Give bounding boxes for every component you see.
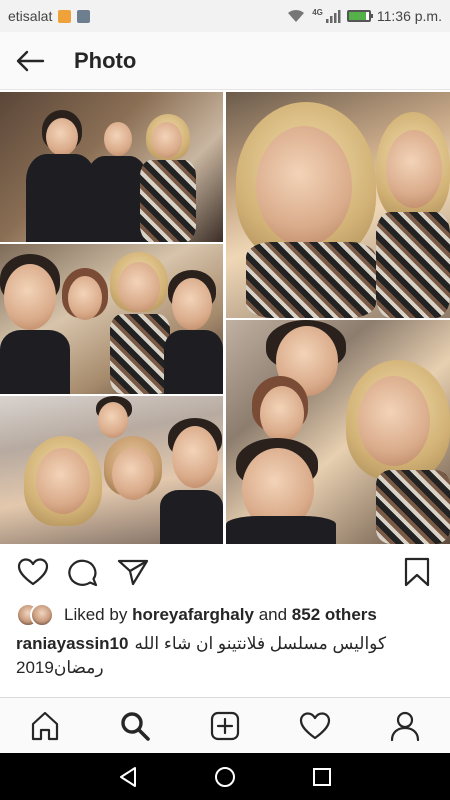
back-triangle-icon <box>120 766 137 787</box>
status-time: 11:36 p.m. <box>376 8 442 24</box>
post-actions <box>0 548 450 596</box>
comment-icon <box>68 559 98 587</box>
gallery-icon <box>77 9 91 23</box>
collage-tile-selfie-group <box>0 244 223 394</box>
share-icon <box>117 559 149 586</box>
app-header: Photo <box>0 32 450 90</box>
collage-tile-selfie-wide <box>0 396 223 544</box>
caption-username[interactable]: raniayassin10 <box>16 634 128 653</box>
bottom-nav <box>0 697 450 753</box>
home-icon <box>31 711 59 740</box>
collage-tile-portrait <box>226 92 450 318</box>
nav-profile[interactable] <box>383 704 427 748</box>
share-button[interactable] <box>116 555 150 589</box>
nav-activity[interactable] <box>293 704 337 748</box>
collage-tile-group-photo <box>0 92 223 242</box>
nav-home[interactable] <box>23 704 67 748</box>
status-bar: etisalat 4G 11:36 p.m. <box>0 0 450 32</box>
heart-icon <box>17 558 49 586</box>
status-left: etisalat <box>8 8 91 24</box>
activity-heart-icon <box>299 711 331 739</box>
new-post-icon <box>210 711 240 740</box>
post-caption: raniayassin10 كواليس مسلسل فلانتينو ان شا… <box>16 632 436 680</box>
liker-avatars <box>16 602 56 628</box>
system-home-button[interactable] <box>205 757 245 797</box>
page-title: Photo <box>74 47 137 73</box>
comment-button[interactable] <box>66 555 100 589</box>
wifi-icon <box>288 9 305 22</box>
liked-by-others[interactable]: 852 others <box>292 605 377 624</box>
arrow-left-icon <box>16 50 45 71</box>
nav-search[interactable] <box>113 704 157 748</box>
liked-by-prefix: Liked by <box>64 605 128 624</box>
likes-row[interactable]: Liked by horeyafarghaly and 852 others <box>16 600 377 630</box>
post-photo[interactable] <box>0 92 450 544</box>
caption-text: كواليس مسلسل فلانتينو ان شاء الله <box>134 634 387 653</box>
home-circle-icon <box>214 766 235 787</box>
recents-square-icon <box>312 767 331 786</box>
collage-tile-selfie-close <box>226 320 450 544</box>
search-icon <box>121 711 150 741</box>
network-type: 4G <box>312 7 323 17</box>
bookmark-icon <box>404 557 430 587</box>
back-button[interactable] <box>0 32 60 90</box>
signal-icon <box>325 10 341 23</box>
like-button[interactable] <box>16 555 50 589</box>
caption-line-1: raniayassin10 كواليس مسلسل فلانتينو ان شا… <box>16 632 436 656</box>
avatar <box>30 603 54 627</box>
status-right: 4G 11:36 p.m. <box>286 8 442 24</box>
system-back-button[interactable] <box>108 757 148 797</box>
system-nav <box>0 753 450 800</box>
likes-text: Liked by horeyafarghaly and 852 others <box>64 605 377 625</box>
notification-icon <box>58 9 72 23</box>
battery-fill <box>348 12 366 20</box>
caption-line-2: 2019رمضان <box>16 658 104 677</box>
carrier-name: etisalat <box>8 8 53 24</box>
profile-icon <box>390 711 420 741</box>
liked-by-and: and <box>258 605 288 624</box>
liked-by-user[interactable]: horeyafarghaly <box>132 605 254 624</box>
system-recents-button[interactable] <box>302 757 342 797</box>
battery-icon <box>346 10 373 22</box>
save-button[interactable] <box>400 555 434 589</box>
nav-new-post[interactable] <box>203 704 247 748</box>
